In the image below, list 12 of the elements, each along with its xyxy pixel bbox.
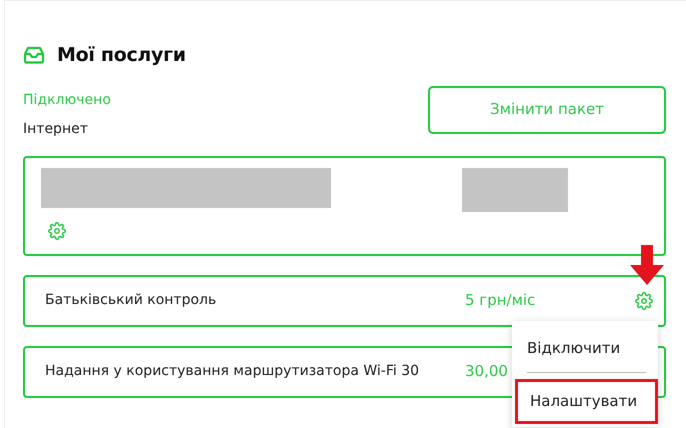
- service-price: 30,00: [465, 361, 509, 382]
- service-type: Інтернет: [23, 120, 89, 138]
- status-label: Підключено: [23, 90, 111, 110]
- settings-icon[interactable]: [635, 292, 653, 310]
- service-name: Надання у користування маршрутизатора Wi-Fi 30: [45, 362, 420, 381]
- section-title: Мої послуги: [57, 43, 186, 68]
- inbox-icon: [23, 46, 45, 64]
- service-name: Батьківський контроль: [45, 291, 218, 310]
- menu-item[interactable]: Відключити: [515, 328, 658, 367]
- menu-item[interactable]: Налаштувати: [515, 379, 658, 424]
- service-price: 5 грн/міс: [465, 290, 536, 312]
- settings-icon[interactable]: [48, 222, 66, 240]
